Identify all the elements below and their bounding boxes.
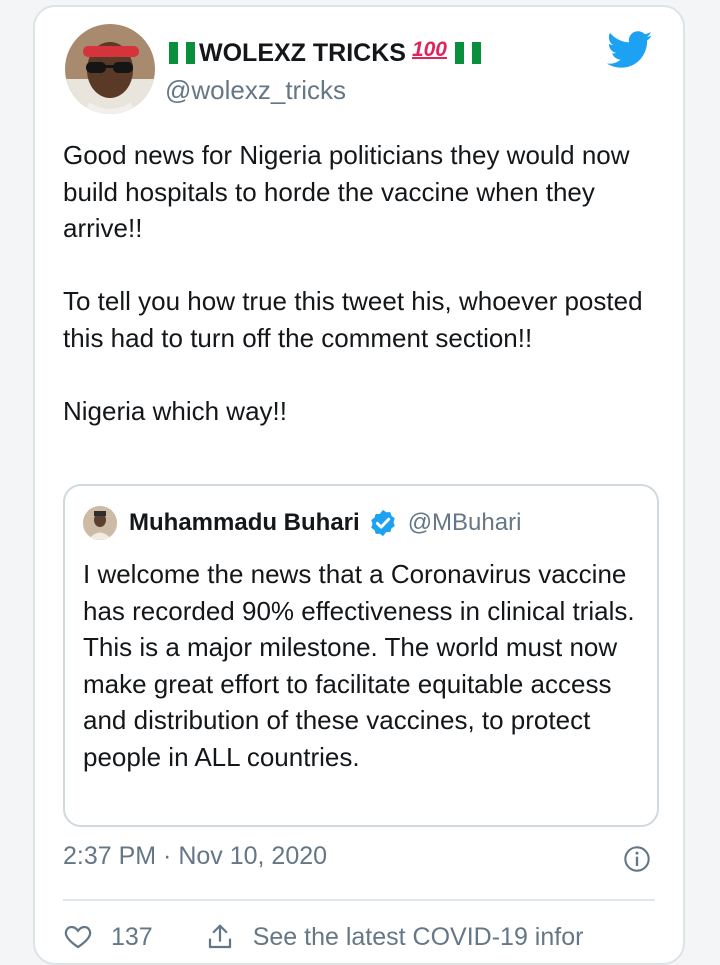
hundred-points-emoji: 100 (411, 38, 447, 61)
nigeria-flag-icon (169, 42, 196, 64)
verified-badge-icon (370, 509, 395, 537)
tweet-paragraph: Nigeria which way!! (63, 395, 287, 426)
display-name-text: WOLEXZ TRICKS (199, 38, 406, 67)
tweet-paragraph: Good news for Nigeria politicians they w… (63, 140, 630, 243)
user-handle[interactable]: @wolexz_tricks (165, 75, 346, 106)
covid-info-link[interactable]: See the latest COVID-19 infor (253, 923, 584, 952)
quoted-header: Muhammadu Buhari @MBuhari (129, 506, 521, 540)
display-name[interactable]: WOLEXZ TRICKS 100 (165, 35, 485, 71)
tweet-paragraph: To tell you how true this tweet his, who… (63, 286, 643, 353)
nigeria-flag-icon (454, 42, 481, 64)
share-icon[interactable] (205, 922, 235, 952)
action-bar: 137 See the latest COVID-19 infor (63, 919, 583, 955)
quoted-handle[interactable]: @MBuhari (408, 509, 522, 537)
avatar-image (65, 24, 155, 114)
timestamp[interactable]: 2:37 PM · Nov 10, 2020 (63, 842, 327, 871)
like-count[interactable]: 137 (111, 923, 153, 952)
tweet-card[interactable]: WOLEXZ TRICKS 100 @wolexz_tricks Good ne… (33, 5, 685, 965)
divider (63, 899, 655, 901)
quoted-name[interactable]: Muhammadu Buhari (129, 509, 360, 537)
twitter-bird-icon[interactable] (607, 31, 653, 69)
quoted-avatar-image (83, 506, 117, 540)
heart-icon[interactable] (63, 922, 93, 952)
quoted-text: I welcome the news that a Coronavirus va… (83, 559, 635, 772)
tweet-text: Good news for Nigeria politicians they w… (63, 137, 663, 466)
quoted-tweet[interactable]: Muhammadu Buhari @MBuhari I welcome the … (63, 484, 659, 827)
quoted-avatar[interactable] (83, 506, 117, 540)
avatar[interactable] (65, 24, 155, 114)
info-icon[interactable] (623, 845, 651, 873)
